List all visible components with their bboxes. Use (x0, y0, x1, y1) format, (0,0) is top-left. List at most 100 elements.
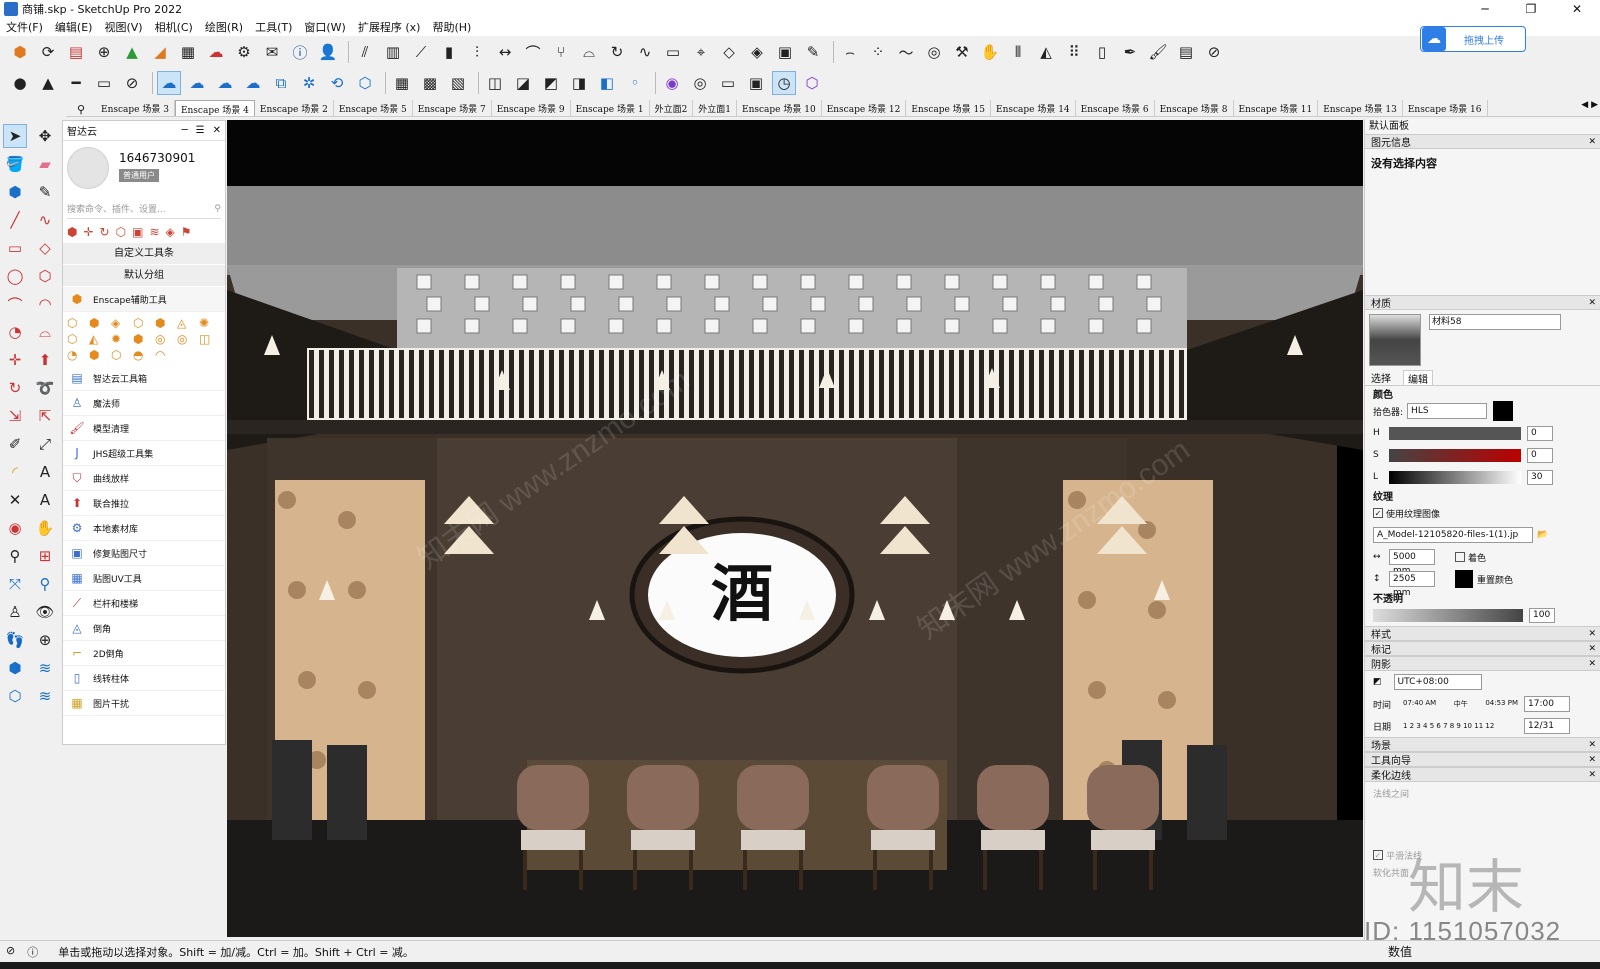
time-slider[interactable]: 07:40 AM 中午 04:53 PM (1403, 699, 1518, 709)
soften-edges-header[interactable]: 柔化边线 ✕ (1365, 767, 1600, 782)
saturation-value[interactable]: 0 (1527, 447, 1553, 463)
circle-icon[interactable]: ◯ (3, 264, 27, 288)
enscape-tool-icon[interactable]: ⬡ (111, 348, 133, 362)
tape-icon[interactable]: ✎ (33, 180, 57, 204)
enscape-tool-icon[interactable]: ⬢ (155, 316, 177, 330)
sync-icon[interactable]: ⟲ (325, 71, 349, 95)
panel-close-icon[interactable]: ✕ (213, 125, 221, 136)
layers-icon[interactable]: ◢ (148, 40, 172, 64)
orbit-icon[interactable]: ✥ (33, 124, 57, 148)
arc-tool-icon[interactable]: ⌒ (3, 292, 27, 316)
menu-extensions[interactable]: 扩展程序 (x) (352, 19, 427, 35)
reset-color-swatch[interactable] (1455, 570, 1473, 588)
arc2-icon[interactable]: ◠ (33, 292, 57, 316)
enscape-tool-icon[interactable]: ◎ (177, 332, 199, 346)
hammer-icon[interactable]: ⚒ (950, 40, 974, 64)
components4-icon[interactable]: ◨ (567, 71, 591, 95)
materials-header[interactable]: 材质 ✕ (1365, 295, 1600, 310)
stack2-icon[interactable]: ◈ (745, 40, 769, 64)
quick-enscape-icon[interactable]: ⬢ (67, 225, 77, 239)
brush-icon[interactable]: 🖌 (1146, 40, 1170, 64)
text-icon[interactable]: A (33, 460, 57, 484)
panel-minimize-icon[interactable]: ─ (182, 125, 188, 136)
opacity-value[interactable]: 100 (1529, 607, 1555, 623)
tabs-scroll-arrows[interactable]: ◀ ▶ (1581, 100, 1598, 110)
slab-icon[interactable]: ▭ (661, 40, 685, 64)
move-icon[interactable]: ✛ (3, 348, 27, 372)
entity-info-header[interactable]: 图元信息 ✕ (1365, 134, 1600, 149)
scene-tab[interactable]: Enscape 场景 15 (906, 100, 991, 116)
door-icon[interactable]: ▯ (1090, 40, 1114, 64)
arc-icon[interactable]: ⌓ (577, 40, 601, 64)
enscape-tool-icon[interactable]: ◓ (133, 348, 155, 362)
clock-icon[interactable]: ◷ (772, 71, 796, 95)
drag-upload-button[interactable]: ☁ 拖拽上传 (1420, 26, 1526, 52)
hat-icon[interactable]: ⌢ (838, 40, 862, 64)
tabs-search-icon[interactable]: ⚲ (66, 103, 96, 116)
quick-box-icon[interactable]: ▣ (132, 225, 143, 239)
paint-bucket-icon[interactable]: 🪣 (3, 152, 27, 176)
3d-viewport[interactable]: 酒 知末网 www.znzmo.com 知末网 www.znzmo.com (227, 120, 1363, 937)
rectangle-tool-icon[interactable]: ▭ (3, 236, 27, 260)
enscape-tool-icon[interactable]: ◠ (155, 348, 177, 362)
scene-tab[interactable]: Enscape 场景 3 (96, 100, 175, 116)
env-icon[interactable]: ▩ (418, 71, 442, 95)
eraser-icon[interactable]: ▰ (33, 152, 57, 176)
align-icon[interactable]: ⫶ (465, 40, 489, 64)
cloud-edit-icon[interactable]: ☁ (185, 71, 209, 95)
material-swatch[interactable] (1369, 314, 1421, 366)
select-arrow-icon[interactable]: ➤ (3, 124, 27, 148)
refresh-icon[interactable]: ⟳ (36, 40, 60, 64)
components6-icon[interactable]: ◦ (623, 71, 647, 95)
enscape-tool-icon[interactable]: ✺ (199, 316, 221, 330)
plugin-item-image-noise[interactable]: ▦ 图片干扰 (63, 691, 225, 716)
polygon-icon[interactable]: ⬡ (33, 264, 57, 288)
menu-camera[interactable]: 相机(C) (149, 19, 199, 35)
plugin-item-model-cleanup[interactable]: 🖌 模型清理 (63, 416, 225, 441)
opacity-slider[interactable] (1373, 608, 1523, 622)
upload-cloud-icon[interactable]: ☁ (204, 40, 228, 64)
instructor-header[interactable]: 工具向导 ✕ (1365, 752, 1600, 767)
scene-tab[interactable]: Enscape 场景 12 (822, 100, 907, 116)
export-icon[interactable]: ⧉ (269, 71, 293, 95)
enscape-tool-icon[interactable]: ⬡ (67, 316, 89, 330)
enscape-tool-icon[interactable]: ◎ (155, 332, 177, 346)
enscape-tool-icon[interactable]: ⬢ (89, 348, 111, 362)
use-texture-row[interactable]: ✓ 使用纹理图像 (1365, 502, 1600, 524)
bar-chart-icon[interactable]: ▮ (437, 40, 461, 64)
terrain-icon[interactable]: ≋ (33, 656, 57, 680)
plugin-item-chamfer[interactable]: ◬ 倒角 (63, 616, 225, 641)
zoom-icon[interactable]: ⚲ (3, 544, 27, 568)
current-color-swatch[interactable] (1493, 401, 1514, 421)
freehand-icon[interactable]: ∿ (33, 208, 57, 232)
columns-icon[interactable]: ⦀ (1006, 40, 1030, 64)
scene-tab-active[interactable]: Enscape 场景 4 (174, 100, 255, 116)
time-value[interactable]: 17:00 (1524, 696, 1570, 712)
avatar[interactable] (67, 147, 109, 189)
plugin-search-field[interactable]: 搜索命令、插件、设置... ⚲ (67, 199, 221, 219)
date-value[interactable]: 12/31 (1524, 718, 1570, 734)
tape-measure-icon[interactable]: ✐ (3, 432, 27, 456)
mirror-icon[interactable]: ◭ (1034, 40, 1058, 64)
scenes-header[interactable]: 场景 ✕ (1365, 737, 1600, 752)
tags-header[interactable]: 标记 ✕ (1365, 641, 1600, 656)
tab-edit[interactable]: 编辑 (1403, 370, 1433, 386)
branch-icon[interactable]: ⑂ (549, 40, 573, 64)
dimension-icon[interactable]: ↔ (493, 40, 517, 64)
offset-icon[interactable]: ⇱ (33, 404, 57, 428)
network-icon[interactable]: ✲ (297, 71, 321, 95)
dash-icon[interactable]: ━ (64, 71, 88, 95)
rotate-tool-icon[interactable]: ↻ (3, 376, 27, 400)
material-name-field[interactable]: 材料58 (1429, 314, 1561, 330)
look-around-icon[interactable]: 👁 (33, 600, 57, 624)
path-icon[interactable]: ∿ (633, 40, 657, 64)
position-camera-icon[interactable]: ♙ (3, 600, 27, 624)
lightness-slider[interactable] (1389, 470, 1521, 484)
stack-icon[interactable]: ◇ (717, 40, 741, 64)
plugin-item-curve-loft[interactable]: ⛉ 曲线放样 (63, 466, 225, 491)
search-icon[interactable]: ⚲ (214, 204, 221, 214)
menu-help[interactable]: 帮助(H) (426, 19, 477, 35)
calculator-icon[interactable]: ▤ (1174, 40, 1198, 64)
quick-wave-icon[interactable]: ≋ (149, 225, 159, 239)
enscape-tool-icon[interactable]: ⬡ (67, 332, 89, 346)
